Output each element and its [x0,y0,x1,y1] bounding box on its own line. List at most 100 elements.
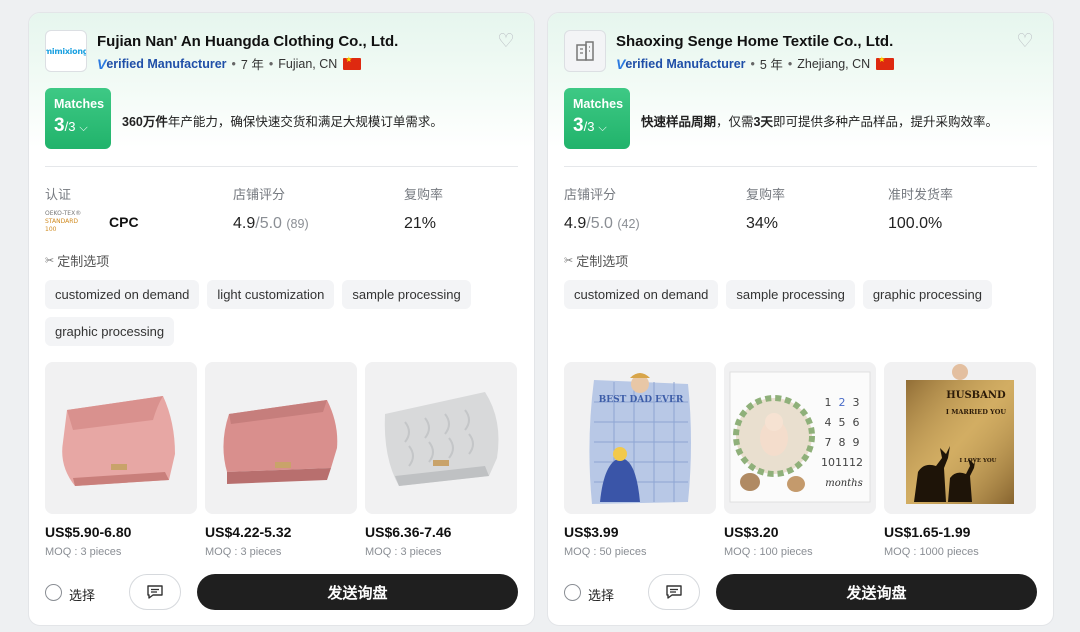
supplier-name[interactable]: Shaoxing Senge Home Textile Co., Ltd. [616,33,893,50]
supplier-years: 7 年 [240,58,264,72]
divider [45,166,518,167]
divider [564,166,1037,167]
product-list: BEST DAD EVER US$3.99 MOQ : 50 pieces 1 … [564,362,1036,558]
product-image-gray-knit-blanket[interactable] [365,362,517,514]
stat-label-cert: 认证 [45,187,72,202]
stat-label-ontime: 准时发货率 [888,187,954,202]
customization-title: ✂ 定制选项 [564,251,628,270]
customization-tag: graphic processing [45,317,175,346]
product-card[interactable]: BEST DAD EVER US$3.99 MOQ : 50 pieces [564,362,716,558]
rating-max: /5.0 [586,215,613,232]
send-inquiry-button[interactable]: 发送询盘 [197,574,518,610]
milestone-digit: 1 [825,396,832,409]
supplier-logo[interactable]: mimixiong [45,30,87,72]
chat-icon [666,585,682,599]
rating-count: (42) [617,217,640,231]
milestone-digit: 11 [835,456,849,469]
supplier-logo[interactable] [564,30,606,72]
select-checkbox[interactable] [45,584,62,601]
product-image-baby-milestone-blanket[interactable]: 1 2 3 4 5 6 7 8 9 10 11 12 months [724,362,876,514]
matches-label: Matches [54,97,105,111]
meta-dot: • [787,56,793,71]
customize-icon: ✂ [45,255,55,267]
stat-rating-value: 4.9/5.0 (89) [233,215,309,233]
product-moq: MOQ : 3 pieces [365,546,442,558]
milestone-digit: 7 [825,436,832,449]
rating-score: 4.9 [233,215,256,232]
verified-badge[interactable]: V erified Manufacturer [616,56,746,72]
rating-max: /5.0 [255,215,282,232]
product-moq: MOQ : 3 pieces [205,546,282,558]
matches-badge[interactable]: Matches 3/3 ⌵ [45,88,111,149]
supplier-location: Fujian, CN [278,56,338,71]
verified-label: erified Manufacturer [106,56,227,71]
customization-tags: customized on demand sample processing gra… [564,280,1034,317]
product-moq: MOQ : 50 pieces [564,546,647,558]
product-image-text: HUSBAND [946,390,1006,401]
product-card[interactable]: US$6.36-7.46 MOQ : 3 pieces [365,362,517,558]
chat-button[interactable] [129,574,181,610]
product-price: US$3.99 [564,524,619,540]
product-image-text: BEST DAD EVER [599,395,684,405]
product-card[interactable]: 1 2 3 4 5 6 7 8 9 10 11 12 months US$3.2… [724,362,876,558]
matches-total: /3 [583,119,595,134]
matches-count: 3 [54,115,65,136]
highlight-bold: 快速样品周期 [641,115,717,129]
building-icon [576,41,594,61]
milestone-digit: 8 [839,436,846,449]
customization-tags: customized on demand light customization s… [45,280,515,354]
select-label[interactable]: 选择 [69,585,95,604]
chevron-down-icon: ⌵ [598,122,607,134]
select-label[interactable]: 选择 [588,585,614,604]
product-image-rose-knit-blanket[interactable] [205,362,357,514]
send-inquiry-button[interactable]: 发送询盘 [716,574,1037,610]
rating-score: 4.9 [564,215,587,232]
highlight-bold: 360万件 [122,115,168,129]
product-price: US$5.90-6.80 [45,524,132,540]
matches-badge[interactable]: Matches 3/3 ⌵ [564,88,630,149]
milestone-digit: 6 [853,416,860,429]
favorite-heart-icon[interactable]: ♡ [1015,32,1035,52]
stat-label-rating: 店铺评分 [564,187,617,202]
product-card[interactable]: US$4.22-5.32 MOQ : 3 pieces [205,362,357,558]
product-moq: MOQ : 1000 pieces [884,546,979,558]
meta-dot: • [231,56,236,71]
milestone-digit: 5 [839,416,846,429]
chat-button[interactable] [648,574,700,610]
supplier-meta: V erified Manufacturer • 5 年 • Zhejiang,… [616,54,895,73]
logo-text: mimixiong [45,46,87,56]
product-price: US$1.65-1.99 [884,524,971,540]
product-image-text: I LOVE YOU [960,458,997,464]
card-actions: 选择 发送询盘 [45,574,519,610]
product-image-husband-deer-blanket[interactable]: HUSBAND I MARRIED YOU I LOVE YOU [884,362,1036,514]
product-price: US$6.36-7.46 [365,524,452,540]
product-image-best-dad-ever-blanket[interactable]: BEST DAD EVER [564,362,716,514]
product-card[interactable]: HUSBAND I MARRIED YOU I LOVE YOU US$1.65… [884,362,1036,558]
supplier-card: mimixiong Fujian Nan' An Huangda Clothin… [28,12,535,626]
customization-tag: light customization [207,280,335,309]
product-image-pink-knit-blanket[interactable] [45,362,197,514]
stat-label-reorder: 复购率 [404,187,444,202]
supplier-meta: V erified Manufacturer • 7 年 • Fujian, C… [97,54,362,73]
customization-tag: sample processing [342,280,471,309]
verified-badge[interactable]: V erified Manufacturer [97,56,227,72]
customization-label: 定制选项 [57,254,110,269]
matches-value: 3/3 ⌵ [573,115,630,137]
stat-rating-value: 4.9/5.0 (42) [564,215,640,233]
product-card[interactable]: US$5.90-6.80 MOQ : 3 pieces [45,362,197,558]
select-checkbox[interactable] [564,584,581,601]
favorite-heart-icon[interactable]: ♡ [496,32,516,52]
china-flag-icon [876,55,895,70]
supplier-name[interactable]: Fujian Nan' An Huangda Clothing Co., Ltd… [97,33,398,50]
match-highlight: 快速样品周期，仅需3天即可提供多种产品样品，提升采购效率。 [641,111,998,130]
stat-ontime-value: 100.0% [888,215,943,232]
meta-dot: • [750,56,755,71]
milestone-digit: 10 [821,456,835,469]
verified-v-icon: V [616,55,626,72]
match-highlight: 360万件年产能力，确保快速交货和满足大规模订单需求。 [122,111,443,130]
oeko-tex-logo: OEKO-TEX® STANDARD 100 [45,210,91,233]
card-actions: 选择 发送询盘 [564,574,1038,610]
stat-reorder-value: 21% [404,215,437,232]
highlight-text: 年产能力，确保快速交货和满足大规模订单需求。 [167,115,443,129]
highlight-bold: 3天 [753,115,773,129]
